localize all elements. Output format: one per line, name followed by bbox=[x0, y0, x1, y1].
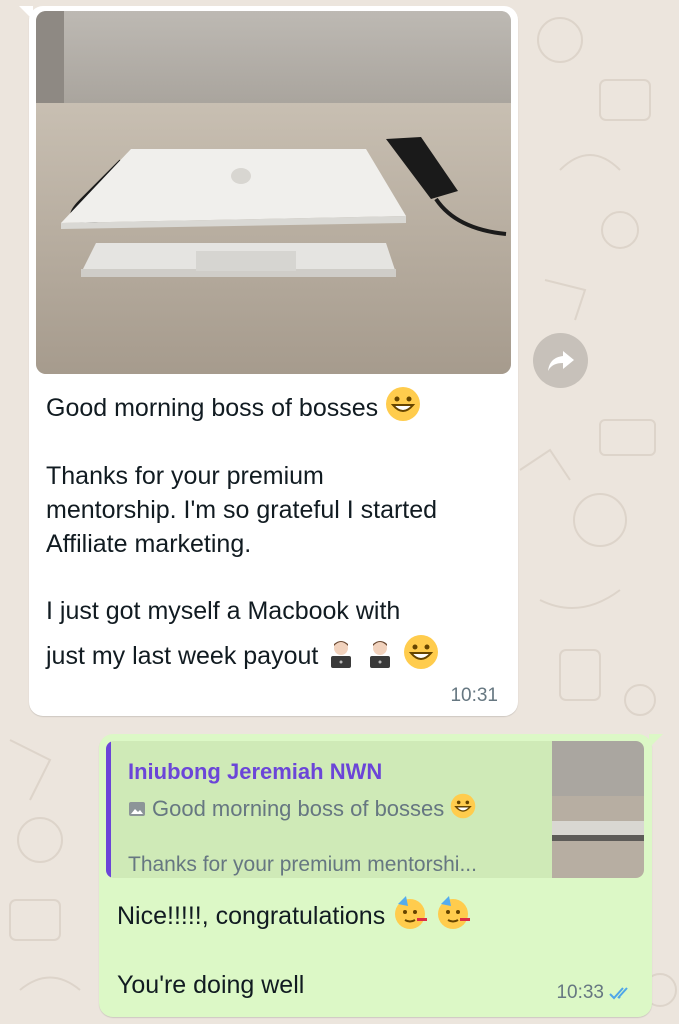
technologist-emoji bbox=[325, 638, 357, 679]
message-text-greeting: Good morning boss of bosses bbox=[46, 386, 506, 431]
quoted-photo-thumbnail bbox=[552, 741, 644, 878]
forward-icon bbox=[547, 350, 574, 371]
partying-face-emoji bbox=[435, 894, 471, 939]
incoming-message-bubble[interactable]: Good morning boss of bosses Thanks for y… bbox=[19, 6, 518, 716]
bubble-tail bbox=[19, 6, 33, 20]
double-check-icon bbox=[609, 987, 628, 1000]
macbook-photo bbox=[36, 11, 511, 374]
grinning-face-emoji bbox=[385, 386, 421, 431]
forward-button[interactable] bbox=[533, 333, 588, 388]
quote-accent-bar bbox=[106, 741, 111, 878]
message-meta: 10:33 bbox=[556, 982, 635, 1004]
reply-text-line-2: You're doing well bbox=[117, 971, 305, 999]
message-text-paragraph-3: I just got myself a Macbook with just my… bbox=[46, 594, 506, 679]
quoted-preview-line-2: Thanks for your premium mentorshi... bbox=[128, 853, 477, 876]
quoted-message[interactable]: Iniubong Jeremiah NWN Good morning boss … bbox=[106, 741, 644, 878]
reply-text-line-1: Nice!!!!!, congratulations bbox=[117, 894, 471, 939]
grinning-face-emoji bbox=[450, 793, 476, 825]
technologist-emoji bbox=[364, 638, 396, 679]
message-timestamp: 10:33 bbox=[556, 982, 604, 1003]
outgoing-message-bubble[interactable]: Iniubong Jeremiah NWN Good morning boss … bbox=[99, 734, 663, 1017]
partying-face-emoji bbox=[392, 894, 428, 939]
message-timestamp: 10:31 bbox=[450, 685, 498, 706]
quoted-preview-line-1: Good morning boss of bosses bbox=[128, 793, 476, 825]
quoted-author: Iniubong Jeremiah NWN bbox=[128, 759, 383, 784]
message-photo[interactable] bbox=[36, 11, 511, 374]
bubble-tail bbox=[649, 734, 663, 748]
grinning-face-emoji bbox=[403, 634, 439, 679]
photo-icon bbox=[129, 802, 145, 816]
message-text-paragraph-2: Thanks for your premium mentorship. I'm … bbox=[46, 462, 438, 558]
